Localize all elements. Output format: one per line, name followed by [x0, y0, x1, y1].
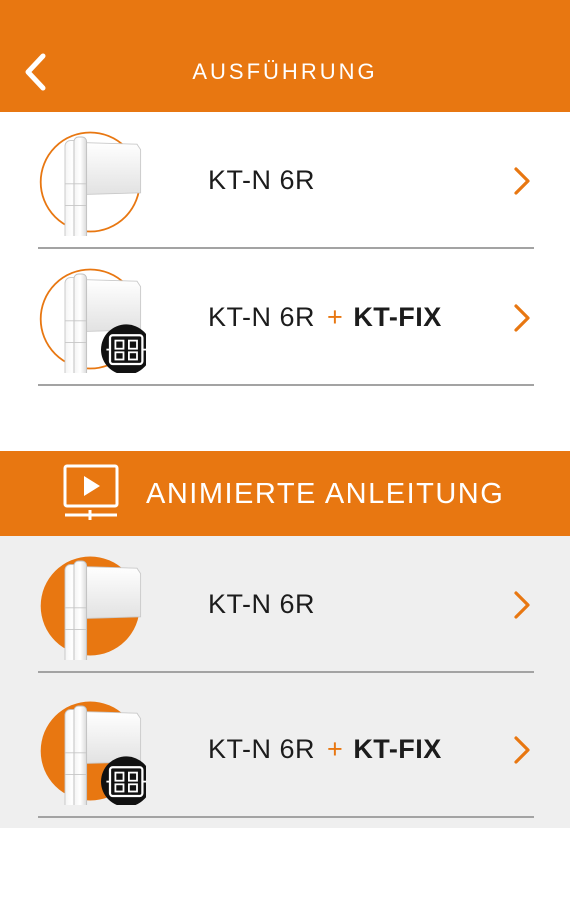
- addon-name: KT-FIX: [353, 734, 442, 764]
- list-item-kt-n-6r-animation[interactable]: KT-N 6R: [38, 536, 534, 673]
- video-player-icon: [63, 464, 119, 520]
- chevron-right-icon: [514, 304, 530, 332]
- hinge-fix-outline-icon: [39, 268, 146, 373]
- hinge-filled-icon: [40, 556, 142, 660]
- chevron-right-icon: [514, 167, 530, 195]
- animation-list: KT-N 6R KT-N 6R + KT-FIX: [0, 536, 570, 828]
- hinge-outline-icon: [39, 131, 142, 236]
- list-item-kt-n-6r-kt-fix[interactable]: KT-N 6R + KT-FIX: [38, 249, 534, 386]
- list-item-kt-n-6r[interactable]: KT-N 6R: [38, 112, 534, 249]
- chevron-right-icon: [514, 736, 530, 764]
- product-name: KT-N 6R: [208, 165, 316, 195]
- plus-sign: +: [327, 302, 344, 332]
- page-title: AUSFÜHRUNG: [192, 59, 378, 84]
- hinge-fix-filled-icon: [40, 701, 146, 805]
- list-item-kt-n-6r-kt-fix-animation[interactable]: KT-N 6R + KT-FIX: [38, 681, 534, 818]
- header-bar: AUSFÜHRUNG: [0, 0, 570, 112]
- chevron-right-icon: [514, 591, 530, 619]
- product-name: KT-N 6R: [208, 734, 316, 764]
- list-item-label: KT-N 6R + KT-FIX: [208, 681, 442, 818]
- animated-guide-banner[interactable]: ANIMIERTE ANLEITUNG: [0, 451, 570, 537]
- list-item-label: KT-N 6R + KT-FIX: [208, 249, 442, 386]
- execution-list: KT-N 6R KT-N 6R + KT-FIX: [0, 112, 570, 412]
- product-name: KT-N 6R: [208, 302, 316, 332]
- animated-guide-label: ANIMIERTE ANLEITUNG: [146, 478, 505, 510]
- product-name: KT-N 6R: [208, 589, 316, 619]
- list-item-label: KT-N 6R: [208, 536, 337, 673]
- list-item-label: KT-N 6R: [208, 112, 337, 249]
- plus-sign: +: [327, 734, 344, 764]
- addon-name: KT-FIX: [353, 302, 442, 332]
